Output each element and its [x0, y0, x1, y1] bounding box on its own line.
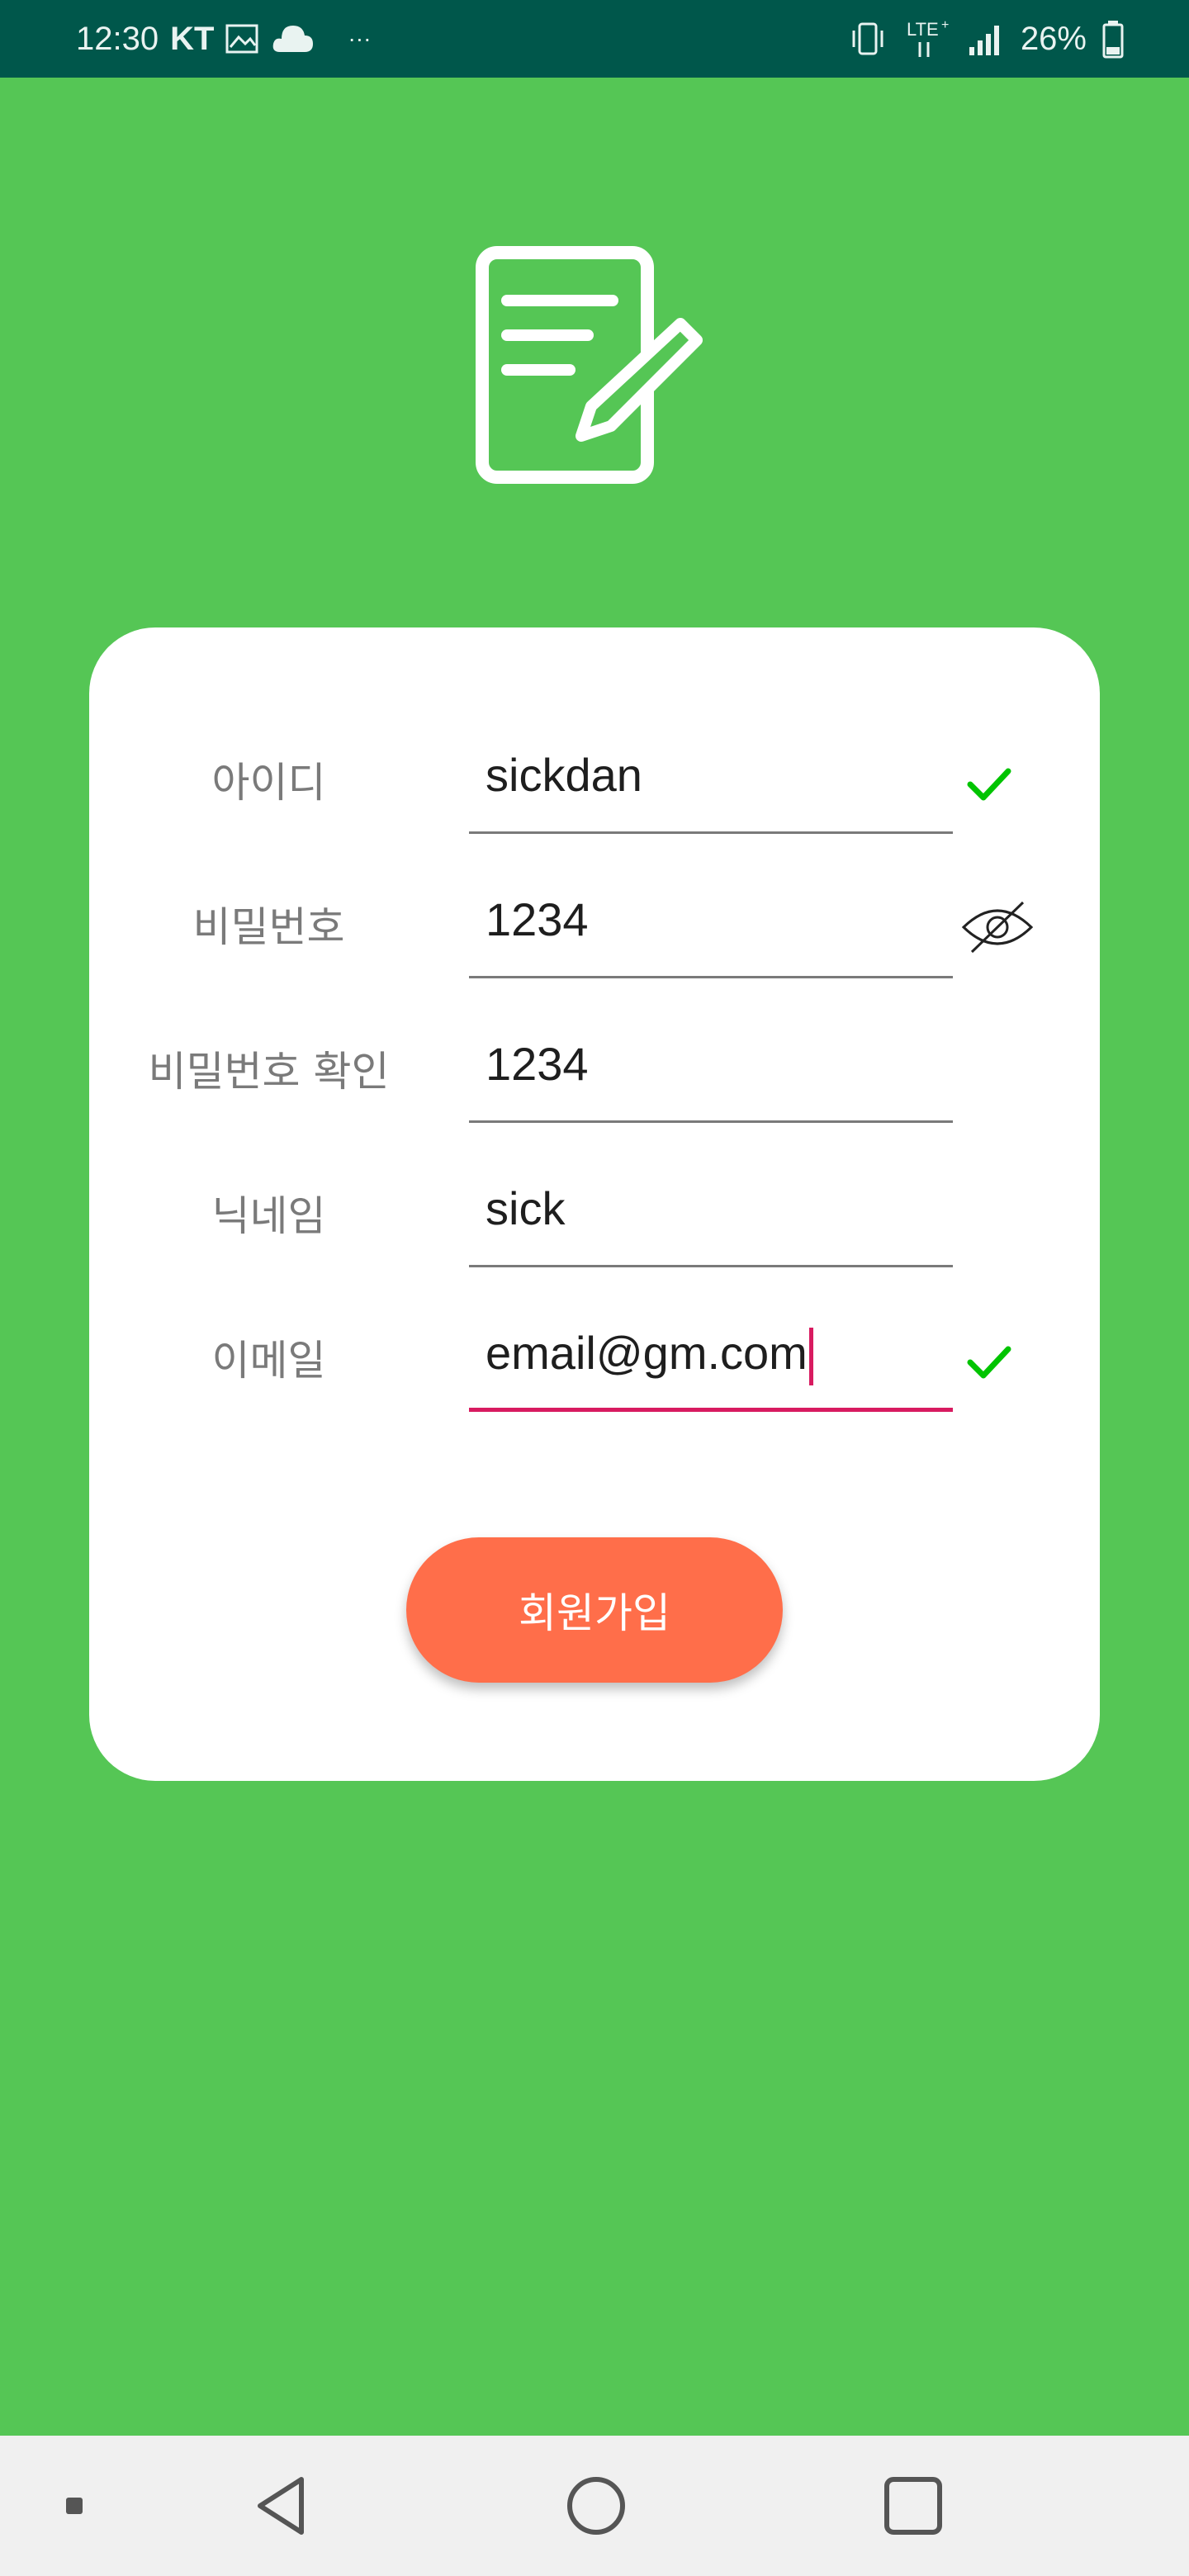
- form-row-password: 비밀번호 1234: [89, 879, 1100, 978]
- password-label: 비밀번호: [192, 903, 345, 951]
- nickname-input-value: sick: [486, 1182, 566, 1234]
- status-left: 12:30 KT ···: [76, 0, 371, 78]
- svg-text:LTE: LTE: [907, 19, 939, 40]
- navigation-bar: [0, 2436, 1189, 2576]
- email-input-text: email@gm.com: [486, 1327, 808, 1379]
- form-row-email: 이메일 email@gm.com: [89, 1313, 1100, 1412]
- form-row-nickname: 닉네임 sick: [89, 1168, 1100, 1267]
- form-row-password-confirm: 비밀번호 확인 1234: [89, 1024, 1100, 1123]
- id-input[interactable]: sickdan: [469, 735, 953, 834]
- email-input-value: email@gm.com: [486, 1326, 813, 1386]
- email-label: 이메일: [211, 1337, 326, 1385]
- status-time: 12:30: [76, 20, 159, 57]
- lte-icon: LTE +: [907, 18, 949, 57]
- password-confirm-input-value: 1234: [486, 1038, 589, 1090]
- svg-text:+: +: [941, 18, 949, 32]
- password-confirm-underline: [469, 1120, 953, 1123]
- password-input-value: 1234: [486, 893, 589, 945]
- email-input[interactable]: email@gm.com: [469, 1313, 953, 1412]
- id-underline: [469, 831, 953, 834]
- more-notifications-icon: ···: [348, 26, 372, 51]
- signup-card: 아이디 sickdan 비밀번호 1234 비밀번호 확인 1234 닉네임 s…: [89, 627, 1100, 1781]
- check-icon: [967, 768, 1011, 801]
- id-label: 아이디: [211, 759, 326, 807]
- status-right: LTE + 26%: [847, 0, 1125, 78]
- back-icon[interactable]: [239, 2436, 322, 2576]
- home-icon[interactable]: [555, 2436, 637, 2576]
- email-underline: [469, 1408, 953, 1412]
- password-confirm-label: 비밀번호 확인: [148, 1048, 390, 1096]
- eye-off-icon[interactable]: [960, 894, 1035, 960]
- vibrate-icon: [852, 22, 883, 55]
- document-edit-icon: [476, 246, 703, 484]
- signup-button[interactable]: 회원가입: [406, 1537, 783, 1683]
- battery-percent: 26%: [1020, 20, 1087, 57]
- recent-apps-icon[interactable]: [872, 2436, 955, 2576]
- nickname-label: 닉네임: [211, 1192, 326, 1240]
- cloud-icon: [273, 26, 314, 52]
- image-icon: [225, 24, 258, 54]
- password-underline: [469, 976, 953, 978]
- check-icon: [967, 1346, 1011, 1379]
- signal-icon: [969, 26, 999, 55]
- status-bar: 12:30 KT ··· LTE + 26%: [0, 0, 1189, 78]
- text-caret: [808, 1328, 813, 1386]
- nickname-underline: [469, 1265, 953, 1267]
- nickname-input[interactable]: sick: [469, 1168, 953, 1267]
- form-row-id: 아이디 sickdan: [89, 735, 1100, 834]
- password-input[interactable]: 1234: [469, 879, 953, 978]
- battery-icon: [1102, 21, 1124, 59]
- status-carrier: KT: [170, 20, 215, 57]
- id-input-value: sickdan: [486, 749, 642, 801]
- password-confirm-input[interactable]: 1234: [469, 1024, 953, 1123]
- nav-dot-icon[interactable]: [58, 2436, 91, 2576]
